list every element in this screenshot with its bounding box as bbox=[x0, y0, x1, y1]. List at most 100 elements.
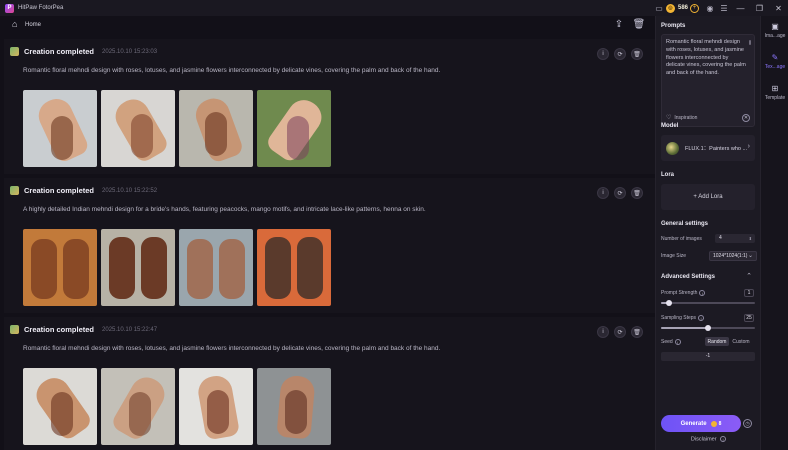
export-icon[interactable]: ⇪ bbox=[613, 17, 625, 31]
creation-time: 2025.10.10 15:22:52 bbox=[102, 187, 158, 194]
generated-image[interactable] bbox=[23, 90, 97, 167]
home-icon[interactable]: ⌂ bbox=[12, 20, 21, 29]
stepper-arrows-icon[interactable]: ⬍ bbox=[749, 234, 752, 243]
delete-icon[interactable]: 🗑 bbox=[631, 187, 643, 199]
add-credits-icon[interactable]: + bbox=[690, 3, 699, 13]
seed-random-option[interactable]: Random bbox=[705, 337, 729, 346]
prompt-text[interactable]: Romantic floral mehndi design with roses… bbox=[666, 39, 748, 78]
generated-image[interactable] bbox=[179, 90, 253, 167]
lightbulb-icon: ♡ bbox=[666, 115, 672, 121]
home-link[interactable]: Home bbox=[25, 22, 41, 28]
info-icon[interactable]: i bbox=[674, 339, 681, 345]
prompt-strength-slider[interactable] bbox=[661, 300, 755, 306]
generated-image[interactable] bbox=[23, 368, 97, 445]
credits-count: 586 bbox=[677, 5, 688, 11]
info-icon[interactable]: i bbox=[597, 187, 609, 199]
chevron-up-icon[interactable]: ⌃ bbox=[746, 272, 752, 280]
sampling-steps-value[interactable]: 25 bbox=[744, 314, 754, 322]
text-edit-icon: ✎ bbox=[771, 52, 779, 62]
prompt-strength-value[interactable]: 1 bbox=[744, 289, 754, 297]
number-of-images-row: Number of images 4 ⬍ bbox=[661, 234, 755, 244]
delete-icon[interactable]: 🗑 bbox=[633, 17, 646, 31]
lora-heading: Lora bbox=[661, 172, 675, 178]
seed-custom-option[interactable]: Custom bbox=[729, 337, 753, 346]
creation-prompt: A highly detailed Indian mehndi design f… bbox=[23, 206, 426, 213]
close-icon[interactable]: ✕ bbox=[769, 0, 788, 16]
inspiration-label: Inspiration bbox=[674, 114, 698, 121]
model-name: FLUX.1：Painters who ... bbox=[685, 146, 748, 152]
creation-card: Creation completed 2025.10.10 15:22:52 i… bbox=[4, 178, 655, 313]
creation-title: Creation completed bbox=[24, 325, 95, 334]
prompt-strength-row: Prompt Strength i bbox=[661, 288, 755, 298]
app-title: HitPaw FotorPea bbox=[18, 5, 64, 11]
settings-panel: Prompts Romantic floral mehndi design wi… bbox=[655, 16, 760, 450]
clock-icon[interactable]: ◷ bbox=[743, 419, 752, 428]
disclaimer-link[interactable]: Disclaimer i bbox=[656, 436, 761, 443]
regenerate-icon[interactable]: ⟳ bbox=[614, 326, 626, 338]
generated-image[interactable] bbox=[101, 90, 175, 167]
prompt-input[interactable]: Romantic floral mehndi design with roses… bbox=[661, 34, 755, 127]
coin-icon bbox=[710, 420, 717, 427]
sampling-steps-slider[interactable] bbox=[661, 325, 755, 331]
creation-prompt: Romantic floral mehndi design with roses… bbox=[23, 67, 441, 74]
title-bar: P HitPaw FotorPea ▭ ◎ 586 + ◉ ☰ — ❐ ✕ bbox=[0, 0, 788, 16]
prompt-scrollbar[interactable] bbox=[749, 40, 751, 45]
generate-label: Generate bbox=[680, 420, 707, 427]
clear-prompt-icon[interactable]: ✕ bbox=[742, 114, 750, 122]
maximize-icon[interactable]: ❐ bbox=[750, 0, 769, 16]
general-settings-heading: General settings bbox=[661, 221, 709, 227]
regenerate-icon[interactable]: ⟳ bbox=[614, 187, 626, 199]
creation-title: Creation completed bbox=[24, 186, 95, 195]
delete-icon[interactable]: 🗑 bbox=[631, 48, 643, 60]
generated-image[interactable] bbox=[257, 368, 331, 445]
model-selector[interactable]: FLUX.1：Painters who ... › bbox=[661, 135, 755, 161]
info-icon[interactable]: i bbox=[597, 48, 609, 60]
tab-text-to-image[interactable]: ✎ Tex...age bbox=[761, 47, 788, 75]
chevron-right-icon: › bbox=[747, 143, 750, 150]
number-of-images-stepper[interactable]: 4 ⬍ bbox=[715, 234, 755, 243]
creation-time: 2025.10.10 15:23:03 bbox=[102, 48, 158, 55]
side-tabs: ▣ Ima...age ✎ Tex...age ⊞ Template bbox=[760, 16, 788, 450]
inspiration-button[interactable]: ♡ Inspiration bbox=[666, 114, 698, 122]
slider-handle[interactable] bbox=[705, 325, 711, 331]
seed-mode-toggle[interactable]: Random Custom bbox=[705, 337, 753, 346]
delete-icon[interactable]: 🗑 bbox=[631, 326, 643, 338]
generated-image[interactable] bbox=[257, 229, 331, 306]
user-icon[interactable]: ◉ bbox=[703, 1, 717, 15]
advanced-settings-heading[interactable]: Advanced Settings bbox=[661, 274, 715, 280]
minimize-icon[interactable]: — bbox=[731, 0, 750, 16]
tab-template[interactable]: ⊞ Template bbox=[761, 78, 788, 106]
image-icon: ▣ bbox=[771, 21, 779, 31]
slider-handle[interactable] bbox=[665, 300, 672, 306]
generate-button[interactable]: Generate 8 bbox=[661, 415, 741, 432]
sampling-steps-row: Sampling Steps i bbox=[661, 313, 755, 323]
tab-label: Template bbox=[764, 94, 786, 101]
slider-fill bbox=[661, 327, 708, 329]
info-icon[interactable]: i bbox=[698, 315, 705, 321]
generated-image[interactable] bbox=[179, 368, 253, 445]
regenerate-icon[interactable]: ⟳ bbox=[614, 48, 626, 60]
generated-image[interactable] bbox=[179, 229, 253, 306]
image-size-select[interactable]: 1024*1024(1:1) ⌄ bbox=[709, 251, 757, 261]
generated-image[interactable] bbox=[23, 229, 97, 306]
tab-image-to-image[interactable]: ▣ Ima...age bbox=[761, 16, 788, 44]
add-lora-button[interactable]: + Add Lora bbox=[661, 184, 755, 210]
info-icon[interactable]: i bbox=[597, 326, 609, 338]
info-icon[interactable]: i bbox=[699, 290, 706, 296]
sampling-steps-label: Sampling Steps bbox=[661, 315, 697, 321]
seed-input[interactable]: -1 bbox=[661, 352, 755, 361]
image-size-row: Image Size 1024*1024(1:1) ⌄ bbox=[661, 251, 757, 261]
generated-image[interactable] bbox=[101, 368, 175, 445]
generate-cost: 8 bbox=[718, 420, 722, 427]
generated-image[interactable] bbox=[257, 90, 331, 167]
menu-icon[interactable]: ☰ bbox=[717, 1, 731, 15]
creation-prompt: Romantic floral mehndi design with roses… bbox=[23, 345, 441, 352]
creation-title: Creation completed bbox=[24, 47, 95, 56]
model-heading: Model bbox=[661, 123, 679, 129]
creation-feed[interactable]: Creation completed 2025.10.10 15:23:03 i… bbox=[4, 39, 655, 450]
seed-label: Seed bbox=[661, 339, 673, 345]
generated-image[interactable] bbox=[101, 229, 175, 306]
creation-thumbnail-icon bbox=[10, 186, 19, 195]
cart-icon[interactable]: ▭ bbox=[652, 1, 666, 15]
creation-thumbnail-icon bbox=[10, 47, 19, 56]
